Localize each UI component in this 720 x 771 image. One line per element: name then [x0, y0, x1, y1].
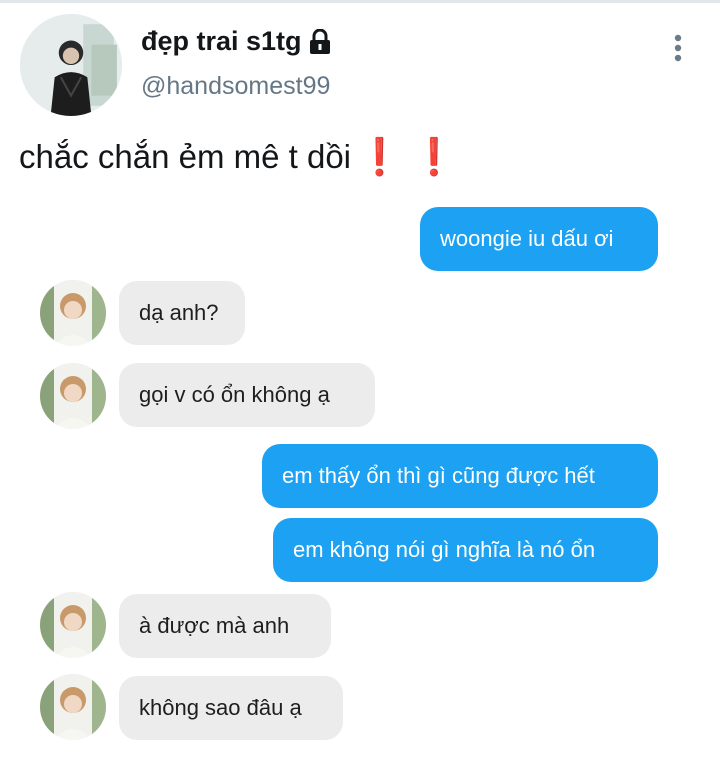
message-bubble-sent: em thấy ổn thì gì cũng được hết [262, 444, 658, 508]
message-bubble-sent: em không nói gì nghĩa là nó ổn [273, 518, 658, 582]
chat-avatar [40, 363, 106, 429]
message-bubble-sent: woongie iu dấu ơi [420, 207, 658, 271]
chat-avatar [40, 592, 106, 658]
message-bubble-received: gọi v có ổn không ạ [119, 363, 375, 427]
message-bubble-received: à được mà anh [119, 594, 331, 658]
chat-screenshot: woongie iu dấu ơi dạ anh? gọi v có ổn kh… [0, 0, 720, 771]
message-text: không sao đâu ạ [139, 695, 302, 720]
message-text: à được mà anh [139, 613, 290, 638]
chat-avatar [40, 280, 106, 346]
message-text: em không nói gì nghĩa là nó ổn [293, 537, 596, 562]
message-text: em thấy ổn thì gì cũng được hết [282, 463, 595, 488]
message-text: gọi v có ổn không ạ [139, 382, 330, 407]
message-text: woongie iu dấu ơi [440, 226, 614, 251]
chat-avatar-photo-icon [40, 592, 106, 658]
message-text: dạ anh? [139, 300, 219, 325]
message-bubble-received: dạ anh? [119, 281, 245, 345]
chat-avatar-photo-icon [40, 674, 106, 740]
chat-avatar [40, 674, 106, 740]
message-bubble-received: không sao đâu ạ [119, 676, 343, 740]
chat-avatar-photo-icon [40, 363, 106, 429]
chat-avatar-photo-icon [40, 280, 106, 346]
